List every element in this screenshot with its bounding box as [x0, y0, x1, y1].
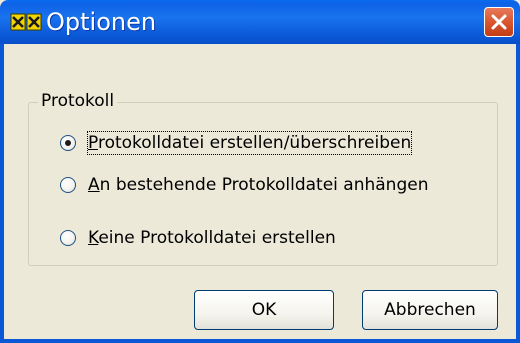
close-icon	[491, 14, 507, 30]
window-frame-right	[516, 44, 520, 343]
window-frame-left	[0, 44, 4, 343]
options-icon	[10, 13, 42, 31]
option-label: An bestehende Protokolldatei anhängen	[88, 175, 429, 195]
options-dialog: Optionen Protokoll Protokolldatei erstel…	[0, 0, 520, 343]
radio-button[interactable]	[60, 135, 76, 151]
groupbox-label: Protokoll	[38, 91, 118, 111]
window-title: Optionen	[46, 8, 157, 36]
close-button[interactable]	[484, 7, 514, 37]
option-label: Keine Protokolldatei erstellen	[88, 228, 336, 248]
window-frame-bottom	[0, 339, 520, 343]
radio-button[interactable]	[60, 230, 76, 246]
cancel-button[interactable]: Abbrechen	[362, 290, 498, 330]
ok-button[interactable]: OK	[194, 290, 334, 330]
option-label: Protokolldatei erstellen/überschreiben	[86, 131, 413, 155]
radio-button[interactable]	[60, 177, 76, 193]
title-bar[interactable]: Optionen	[0, 0, 520, 44]
radio-selected-dot	[65, 140, 71, 146]
